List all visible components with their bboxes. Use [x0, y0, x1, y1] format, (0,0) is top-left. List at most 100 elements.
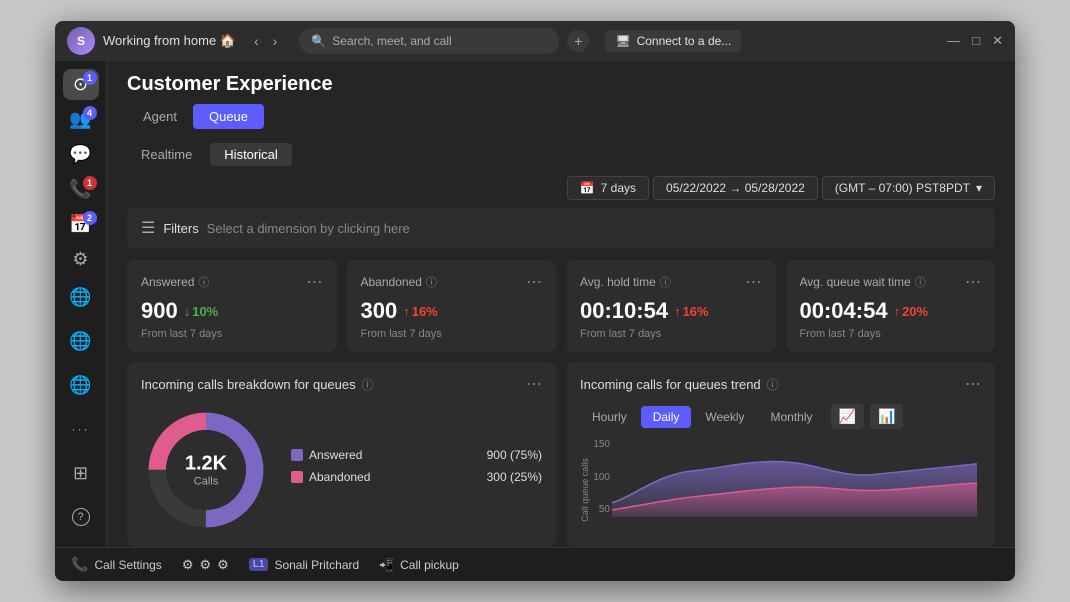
sidebar-item-globe2[interactable]: 🌐: [63, 323, 99, 359]
content-area: Customer Experience Agent Queue Realtime…: [107, 61, 1015, 547]
people-badge: 4: [83, 106, 97, 120]
trend-info-icon[interactable]: ⓘ: [767, 376, 779, 393]
close-button[interactable]: ✕: [992, 33, 1003, 49]
grid-icon: ⊞: [73, 463, 88, 484]
minimize-button[interactable]: —: [947, 33, 960, 49]
trend-tab-hourly[interactable]: Hourly: [580, 406, 639, 428]
avatar: S: [67, 27, 95, 55]
stat-change-abandoned: ↑ 16%: [403, 304, 438, 319]
sidebar: ⊙ 1 👥 4 💬 📞 1 📅 2 ⚙: [55, 61, 107, 547]
trend-tab-monthly[interactable]: Monthly: [758, 406, 824, 428]
sidebar-item-more[interactable]: ···: [63, 411, 99, 447]
stat-value-abandoned: 300: [361, 298, 398, 324]
donut-info-icon[interactable]: ⓘ: [362, 376, 374, 393]
globe1-icon: 🌐: [69, 287, 91, 308]
search-bar[interactable]: 🔍 Search, meet, and call: [299, 28, 559, 54]
forward-button[interactable]: ›: [267, 31, 284, 51]
sidebar-item-globe3[interactable]: 🌐: [63, 367, 99, 403]
stat-header: Avg. queue wait time ⓘ ⋯: [800, 272, 982, 292]
search-icon: 🔍: [311, 34, 326, 48]
main-tabs: Agent Queue: [127, 104, 995, 129]
bar-chart-icon[interactable]: 📊: [870, 404, 903, 429]
trend-chart-title: Incoming calls for queues trend: [580, 377, 761, 392]
trend-tabs: Hourly Daily Weekly Monthly 📈 📊: [580, 404, 981, 429]
line-chart-icon[interactable]: 📈: [831, 404, 864, 429]
donut-chart-title: Incoming calls breakdown for queues: [141, 377, 356, 392]
abandoned-dot: [291, 471, 303, 483]
user-info[interactable]: L1 Sonali Pritchard: [249, 558, 359, 572]
back-button[interactable]: ‹: [248, 31, 265, 51]
stats-grid: Answered ⓘ ⋯ 900 ↓ 10% From last 7 days: [107, 260, 1015, 362]
sidebar-item-activity[interactable]: ⊙ 1: [63, 69, 99, 100]
trend-tab-weekly[interactable]: Weekly: [693, 406, 756, 428]
trend-svg: [612, 439, 977, 517]
trend-more-icon[interactable]: ⋯: [965, 374, 981, 394]
globe2-icon: 🌐: [69, 331, 91, 352]
sidebar-item-grid[interactable]: ⊞: [63, 455, 99, 491]
gear1-icon[interactable]: ⚙: [182, 557, 194, 573]
sub-tabs: Realtime Historical: [107, 137, 1015, 172]
gear2-icon[interactable]: ⚙: [199, 557, 211, 573]
call-pickup[interactable]: 📲 Call pickup: [379, 558, 459, 572]
sidebar-item-apps[interactable]: ⚙: [63, 244, 99, 275]
filter-icon: ☰: [141, 218, 155, 238]
date-range[interactable]: 05/22/2022 → 05/28/2022: [653, 176, 818, 200]
legend-item-abandoned: Abandoned 300 (25%): [291, 470, 542, 484]
trend-chart-header: Incoming calls for queues trend ⓘ ⋯: [580, 374, 981, 394]
trend-tab-daily[interactable]: Daily: [641, 406, 692, 428]
sub-tab-historical[interactable]: Historical: [210, 143, 291, 166]
stat-title-answered: Answered: [141, 275, 194, 289]
tab-agent[interactable]: Agent: [127, 104, 193, 129]
stat-title-hold: Avg. hold time: [580, 275, 656, 289]
legend-item-answered: Answered 900 (75%): [291, 448, 542, 462]
donut-center-label: 1.2K Calls: [185, 452, 227, 487]
sidebar-item-people[interactable]: 👥 4: [63, 104, 99, 135]
stat-card-answered: Answered ⓘ ⋯ 900 ↓ 10% From last 7 days: [127, 260, 337, 352]
more-options-icon[interactable]: ⋯: [746, 272, 762, 292]
stat-title-wait: Avg. queue wait time: [800, 275, 911, 289]
connect-button[interactable]: 🖥 Connect to a de...: [605, 30, 741, 52]
call-settings[interactable]: 📞 Call Settings: [71, 556, 162, 573]
info-icon[interactable]: ⓘ: [198, 274, 209, 290]
more-options-icon[interactable]: ⋯: [965, 272, 981, 292]
info-icon[interactable]: ⓘ: [660, 274, 671, 290]
donut-chart-header: Incoming calls breakdown for queues ⓘ ⋯: [141, 374, 542, 394]
days-filter[interactable]: 📅 7 days: [567, 176, 649, 200]
window-title: Working from home 🏠: [103, 33, 236, 49]
sidebar-item-calls[interactable]: 📞 1: [63, 174, 99, 205]
timezone-selector[interactable]: (GMT – 07:00) PST8PDT ▾: [822, 176, 995, 200]
user-name: Sonali Pritchard: [274, 558, 359, 572]
sidebar-item-calendar[interactable]: 📅 2: [63, 209, 99, 240]
app-window: S Working from home 🏠 ‹ › 🔍 Search, meet…: [55, 21, 1015, 581]
nav-buttons: ‹ ›: [248, 31, 283, 51]
more-options-icon[interactable]: ⋯: [307, 272, 323, 292]
screen-icon: 🖥: [615, 34, 630, 48]
stat-sub-hold: From last 7 days: [580, 328, 762, 340]
search-placeholder: Search, meet, and call: [332, 34, 451, 48]
sidebar-item-globe1[interactable]: 🌐: [63, 279, 99, 315]
info-icon[interactable]: ⓘ: [426, 274, 437, 290]
sub-tab-realtime[interactable]: Realtime: [127, 143, 206, 166]
maximize-button[interactable]: □: [972, 33, 980, 49]
stat-title-abandoned: Abandoned: [361, 275, 422, 289]
add-button[interactable]: +: [567, 30, 589, 52]
donut-legend: Answered 900 (75%) Abandoned 300 (25%): [291, 448, 542, 492]
window-controls: — □ ✕: [947, 33, 1003, 49]
stat-card-abandoned: Abandoned ⓘ ⋯ 300 ↑ 16% From last 7 days: [347, 260, 557, 352]
chevron-down-icon: ▾: [976, 181, 982, 195]
gear3-icon[interactable]: ⚙: [217, 557, 229, 573]
donut-chart: 1.2K Calls: [141, 405, 271, 535]
settings-icons-group: ⚙ ⚙ ⚙: [182, 557, 229, 573]
tab-queue[interactable]: Queue: [193, 104, 264, 129]
sidebar-item-chat[interactable]: 💬: [63, 139, 99, 170]
activity-badge: 1: [83, 71, 97, 85]
stat-sub-answered: From last 7 days: [141, 328, 323, 340]
stat-value-hold: 00:10:54: [580, 298, 668, 324]
more-options-icon[interactable]: ⋯: [526, 272, 542, 292]
page-title: Customer Experience: [127, 73, 995, 96]
apps-icon: ⚙: [72, 249, 88, 270]
donut-more-icon[interactable]: ⋯: [526, 374, 542, 394]
bottom-bar: 📞 Call Settings ⚙ ⚙ ⚙ L1 Sonali Pritchar…: [55, 547, 1015, 581]
sidebar-item-help[interactable]: ?: [63, 499, 99, 535]
info-icon[interactable]: ⓘ: [915, 274, 926, 290]
